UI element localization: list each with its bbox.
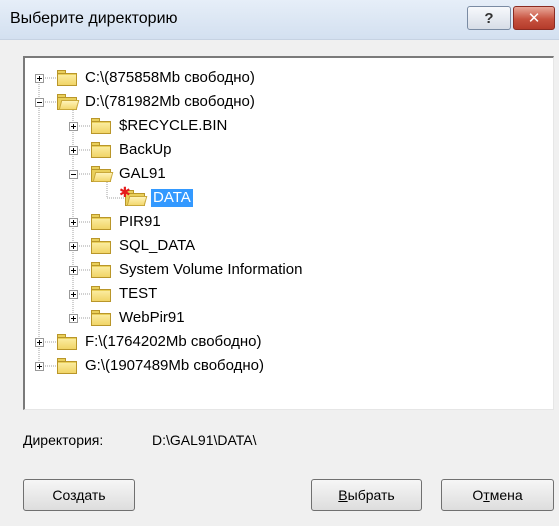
tree-item[interactable]: System Volume Information xyxy=(117,261,304,279)
select-accel: В xyxy=(338,487,348,503)
tree-item[interactable]: GAL91 xyxy=(117,165,168,183)
expand-icon[interactable] xyxy=(35,338,44,347)
directory-path: D:\GAL91\DATA\ xyxy=(152,432,257,448)
cancel-rest: мена xyxy=(489,487,523,503)
tree-item[interactable]: C:\(875858Mb свободно) xyxy=(83,69,257,87)
select-rest: ыбрать xyxy=(347,487,395,503)
folder-open-icon xyxy=(91,166,114,182)
help-button[interactable]: ? xyxy=(467,6,511,30)
expand-icon[interactable] xyxy=(69,290,78,299)
tree-item[interactable]: PIR91 xyxy=(117,213,163,231)
folder-open-icon xyxy=(57,94,80,110)
expand-icon[interactable] xyxy=(69,122,78,131)
folder-icon xyxy=(57,334,79,350)
cancel-button-label: Отмена xyxy=(472,487,522,503)
select-button[interactable]: Выбрать xyxy=(311,479,422,511)
folder-icon xyxy=(91,286,113,302)
collapse-icon[interactable] xyxy=(69,170,78,179)
folder-icon xyxy=(91,310,113,326)
folder-icon xyxy=(91,262,113,278)
tree-item[interactable]: TEST xyxy=(117,285,159,303)
cancel-first: О xyxy=(472,487,484,503)
collapse-icon[interactable] xyxy=(35,98,44,107)
tree-item[interactable]: $RECYCLE.BIN xyxy=(117,117,229,135)
folder-icon xyxy=(91,214,113,230)
tree-item[interactable]: D:\(781982Mb свободно) xyxy=(83,93,257,111)
expand-icon[interactable] xyxy=(69,218,78,227)
tree-item[interactable]: F:\(1764202Mb свободно) xyxy=(83,333,264,351)
expand-icon[interactable] xyxy=(69,314,78,323)
window-title: Выберите директорию xyxy=(10,10,178,27)
expand-icon[interactable] xyxy=(69,242,78,251)
select-button-label: Выбрать xyxy=(338,487,394,503)
directory-tree[interactable]: C:\(875858Mb свободно) D:\(781982Mb свобо… xyxy=(23,56,554,410)
tree-item[interactable]: WebPir91 xyxy=(117,309,187,327)
expand-icon[interactable] xyxy=(69,146,78,155)
expand-icon[interactable] xyxy=(35,74,44,83)
create-button-label: Создать xyxy=(52,487,106,503)
tree-item[interactable]: G:\(1907489Mb свободно) xyxy=(83,357,266,375)
folder-icon xyxy=(91,238,113,254)
new-folder-star-icon: ✱ xyxy=(119,184,131,200)
directory-label: Директория: xyxy=(23,432,104,448)
folder-icon xyxy=(91,142,113,158)
expand-icon[interactable] xyxy=(35,362,44,371)
folder-icon xyxy=(91,118,113,134)
tree-item[interactable]: SQL_DATA xyxy=(117,237,197,255)
close-button[interactable]: ✕ xyxy=(513,6,555,30)
help-icon: ? xyxy=(484,9,494,27)
title-bar: Выберите директорию ? ✕ xyxy=(0,0,559,40)
create-button[interactable]: Создать xyxy=(23,479,135,511)
tree-item-selected[interactable]: DATA xyxy=(150,188,194,208)
folder-icon xyxy=(57,358,79,374)
close-icon: ✕ xyxy=(527,10,541,27)
tree-item[interactable]: BackUp xyxy=(117,141,174,159)
folder-icon xyxy=(57,70,79,86)
cancel-button[interactable]: Отмена xyxy=(441,479,554,511)
expand-icon[interactable] xyxy=(69,266,78,275)
